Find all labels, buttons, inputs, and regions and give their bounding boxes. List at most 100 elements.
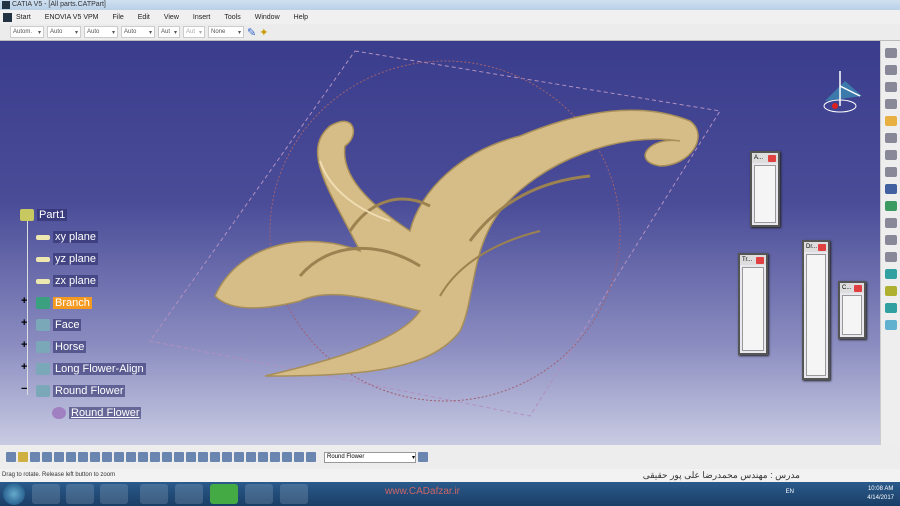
menu-tools[interactable]: Tools xyxy=(224,14,240,21)
palette-dress-up[interactable]: Dr... xyxy=(802,240,830,380)
tree-node-xy-plane[interactable]: xy plane xyxy=(36,231,98,243)
palette-constraints[interactable]: C... xyxy=(838,281,866,339)
undo-icon[interactable] xyxy=(78,452,88,462)
menu-start[interactable]: Start xyxy=(16,14,31,21)
open-icon[interactable] xyxy=(18,452,28,462)
hide-show-icon[interactable] xyxy=(258,452,268,462)
close-icon[interactable] xyxy=(768,154,776,162)
zoom-in-icon[interactable] xyxy=(198,452,208,462)
fit-all-icon[interactable] xyxy=(162,452,172,462)
chrome-taskbar-icon[interactable] xyxy=(140,484,168,504)
language-indicator[interactable]: EN xyxy=(786,489,794,495)
color-dropdown[interactable]: Autom. xyxy=(10,26,44,38)
expand-icon[interactable]: + xyxy=(21,361,27,373)
tree-node-long-flower-align[interactable]: Long Flower-Align xyxy=(36,363,146,375)
close-icon[interactable] xyxy=(854,284,862,292)
clock[interactable]: 10:08 AM 4/14/2017 xyxy=(867,485,894,503)
menu-edit[interactable]: Edit xyxy=(138,14,150,21)
tree-node-round-flower[interactable]: Round Flower xyxy=(36,385,126,397)
tree-node-yz-plane[interactable]: yz plane xyxy=(36,253,98,265)
loft-icon[interactable] xyxy=(884,286,897,296)
remove-loft-icon[interactable] xyxy=(884,303,897,313)
graphic-properties-icon[interactable]: ✦ xyxy=(259,26,268,39)
tool-icon[interactable] xyxy=(884,82,897,92)
shaft-icon[interactable] xyxy=(884,184,897,194)
tree-node-horse[interactable]: Horse xyxy=(36,341,87,353)
camtasia-taskbar-icon[interactable] xyxy=(210,484,238,504)
layer-dropdown[interactable]: None xyxy=(208,26,244,38)
zoom-out-icon[interactable] xyxy=(210,452,220,462)
new-icon[interactable] xyxy=(6,452,16,462)
palette-annotations[interactable]: A... xyxy=(750,151,780,227)
current-body-dropdown[interactable]: Round Flower ▾ xyxy=(324,451,416,463)
hole-icon[interactable] xyxy=(884,218,897,228)
tree-node-face[interactable]: Face xyxy=(36,319,82,331)
comment-icon[interactable] xyxy=(114,452,124,462)
shading-icon[interactable] xyxy=(246,452,256,462)
paste-icon[interactable] xyxy=(66,452,76,462)
menu-insert[interactable]: Insert xyxy=(193,14,211,21)
table-icon[interactable] xyxy=(126,452,136,462)
line-thickness-dropdown[interactable]: Auto xyxy=(84,26,118,38)
close-icon[interactable] xyxy=(818,243,826,251)
tool-icon[interactable] xyxy=(884,65,897,75)
collapse-icon[interactable]: − xyxy=(21,383,27,395)
app-taskbar-icon[interactable] xyxy=(175,484,203,504)
ie-taskbar-icon[interactable] xyxy=(32,484,60,504)
slot-icon[interactable] xyxy=(884,252,897,262)
menu-enovia[interactable]: ENOVIA V5 VPM xyxy=(45,14,99,21)
cut-icon[interactable] xyxy=(54,452,64,462)
expand-icon[interactable]: + xyxy=(21,295,27,307)
paint-icon[interactable] xyxy=(418,452,428,462)
app-taskbar-icon[interactable] xyxy=(245,484,273,504)
layer-aux-dropdown[interactable]: Aut xyxy=(183,26,205,38)
measure-icon[interactable] xyxy=(138,452,148,462)
catia-taskbar-icon[interactable] xyxy=(280,484,308,504)
fly-mode-icon[interactable] xyxy=(150,452,160,462)
rib-icon[interactable] xyxy=(884,235,897,245)
solid-icon[interactable] xyxy=(884,269,897,279)
help-icon[interactable] xyxy=(90,452,100,462)
3d-viewport[interactable]: Part1 xy plane yz plane zx plane Branch … xyxy=(0,41,880,445)
print-icon[interactable] xyxy=(42,452,52,462)
sketch-icon[interactable] xyxy=(884,133,897,143)
tree-node-round-flower-surface[interactable]: Round Flower xyxy=(52,407,142,419)
expand-icon[interactable]: + xyxy=(21,317,27,329)
surface-icon[interactable] xyxy=(884,320,897,330)
menu-file[interactable]: File xyxy=(112,14,123,21)
axis-icon[interactable] xyxy=(294,452,304,462)
palette-transformations[interactable]: Tr... xyxy=(738,253,768,355)
rotate-icon[interactable] xyxy=(186,452,196,462)
tool-icon[interactable] xyxy=(884,99,897,109)
tree-node-part1[interactable]: Part1 xyxy=(20,209,68,221)
boolean-icon[interactable] xyxy=(306,452,316,462)
line-type-dropdown[interactable]: Auto xyxy=(121,26,155,38)
menu-window[interactable]: Window xyxy=(255,14,280,21)
tree-node-zx-plane[interactable]: zx plane xyxy=(36,275,98,287)
menu-help[interactable]: Help xyxy=(294,14,308,21)
format-painter-icon[interactable]: ✎ xyxy=(247,26,256,39)
expand-icon[interactable]: + xyxy=(21,339,27,351)
normal-view-icon[interactable] xyxy=(222,452,232,462)
point-type-dropdown[interactable]: Aut xyxy=(158,26,180,38)
start-button[interactable] xyxy=(3,483,25,505)
pocket-icon[interactable] xyxy=(884,167,897,177)
menu-view[interactable]: View xyxy=(164,14,179,21)
compass-icon[interactable] xyxy=(823,71,862,113)
save-icon[interactable] xyxy=(30,452,40,462)
close-icon[interactable] xyxy=(756,256,764,264)
tree-node-branch[interactable]: Branch xyxy=(36,297,92,309)
pan-icon[interactable] xyxy=(174,452,184,462)
formula-icon[interactable] xyxy=(102,452,112,462)
tool-icon[interactable] xyxy=(884,48,897,58)
swap-icon[interactable] xyxy=(270,452,280,462)
groove-icon[interactable] xyxy=(884,201,897,211)
media-taskbar-icon[interactable] xyxy=(100,484,128,504)
pad-icon[interactable] xyxy=(884,150,897,160)
update-icon[interactable] xyxy=(282,452,292,462)
explorer-taskbar-icon[interactable] xyxy=(66,484,94,504)
select-icon[interactable] xyxy=(884,116,897,126)
iso-view-icon[interactable] xyxy=(234,452,244,462)
transparency-dropdown[interactable]: Auto xyxy=(47,26,81,38)
document-icon[interactable] xyxy=(3,12,12,22)
